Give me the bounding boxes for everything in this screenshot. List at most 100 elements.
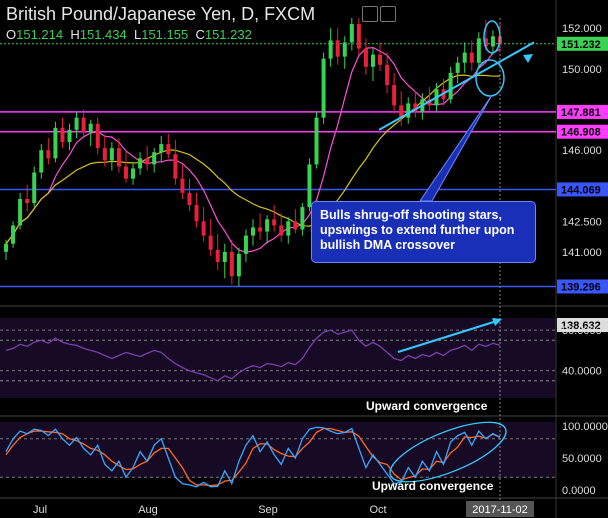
candle-body <box>251 227 255 236</box>
price-tag-label: 147.881 <box>561 107 601 119</box>
candle-body <box>363 48 368 67</box>
candle-body <box>95 123 100 149</box>
ohlc-close: 151.232 <box>204 27 252 42</box>
price-tag-label: 146.908 <box>561 127 601 139</box>
time-axis-label: Sep <box>258 504 278 516</box>
candle-body <box>335 40 340 57</box>
candle-body <box>123 166 128 179</box>
candle-body <box>229 251 234 277</box>
time-axis-label: Aug <box>138 504 158 516</box>
candle-body <box>279 225 284 236</box>
ohlc-low: 151.155 <box>141 27 189 42</box>
candle-body <box>102 148 107 161</box>
candle-body <box>166 144 171 155</box>
cursor-date-label: 2017-11-02 <box>472 504 527 516</box>
candle-body <box>53 127 58 159</box>
ohlc-open-key: O <box>6 27 17 42</box>
candle-body <box>469 52 474 63</box>
candle-body <box>32 172 37 204</box>
candle-body <box>455 62 460 73</box>
candle-body <box>201 221 206 236</box>
price-axis-label: 150.000 <box>562 64 602 76</box>
candle-body <box>194 205 199 222</box>
candle-body <box>476 38 481 63</box>
time-axis-label: Oct <box>369 504 386 516</box>
ohlc-open: 151.214 <box>16 27 64 42</box>
candle-body <box>208 235 213 250</box>
symbol-title: British Pound/Japanese Yen, D, FXCM <box>6 4 316 24</box>
ohlc-high-key: H <box>70 27 80 42</box>
candle-body <box>109 148 114 161</box>
price-tag-label: 144.069 <box>561 184 601 196</box>
candle-body <box>265 219 270 232</box>
candle-body <box>215 249 220 263</box>
candle-body <box>4 243 8 252</box>
analysis-callout: Bulls shrug-off shooting stars, upswings… <box>311 201 536 263</box>
eye-icon[interactable] <box>362 6 378 22</box>
price-axis-label: 142.500 <box>562 216 602 228</box>
candle-body <box>490 36 495 47</box>
rsi-axis-label: 80.0000 <box>562 325 602 337</box>
stoch-axis-label: 100.0000 <box>562 421 608 433</box>
candle-body <box>349 24 354 43</box>
candle-body <box>180 178 185 193</box>
price-tag-label: 151.232 <box>561 39 601 51</box>
callout-pointer <box>419 94 493 202</box>
candle-body <box>60 127 65 143</box>
rsi-axis-label: 40.0000 <box>562 366 602 378</box>
candle-body <box>152 152 157 165</box>
candle-body <box>321 58 326 118</box>
chart-window: 152.000 150.000 146.000 142.500 141.000 151.2… <box>0 0 608 518</box>
candle-body <box>462 52 467 63</box>
candle-body <box>406 103 411 118</box>
candle-body <box>243 235 248 254</box>
time-axis-label: Jul <box>33 504 47 516</box>
trend-arrow-head <box>523 54 533 63</box>
candle-body <box>258 227 263 232</box>
ohlc-readout: O151.214 H151.434 L151.155 C151.232 <box>6 27 252 42</box>
candle-body <box>392 85 397 106</box>
candle-body <box>39 150 44 173</box>
candle-body <box>138 158 143 169</box>
settings-icon[interactable] <box>380 6 396 22</box>
candle-body <box>448 72 453 100</box>
candle-body <box>131 168 136 179</box>
price-axis-label: 152.000 <box>562 23 602 35</box>
stoch-caption: Upward convergence <box>372 479 494 493</box>
candle-body <box>307 164 312 208</box>
trend-line <box>378 41 535 131</box>
candle-body <box>74 117 79 130</box>
candle-body <box>328 40 333 59</box>
candle-body <box>300 207 305 230</box>
candle-body <box>46 150 51 159</box>
candle-body <box>286 221 291 236</box>
candle-body <box>116 148 121 167</box>
candle-body <box>293 221 298 230</box>
candle-body <box>18 198 23 226</box>
candle-body <box>159 144 164 153</box>
candle-body <box>81 117 86 132</box>
candle-body <box>378 54 383 65</box>
candle-body <box>67 129 72 143</box>
candle-body <box>11 225 16 244</box>
price-axis-label: 141.000 <box>562 247 602 259</box>
candle-body <box>145 158 150 165</box>
stoch-pane-bg <box>0 422 556 478</box>
stoch-axis-label: 50.0000 <box>562 453 602 465</box>
stoch-axis-label: 0.0000 <box>562 485 596 497</box>
candle-body <box>272 219 277 226</box>
candle-body <box>342 42 347 57</box>
candle-body <box>385 64 390 86</box>
candle-body <box>370 54 375 67</box>
candle-body <box>88 123 93 132</box>
candle-body <box>222 251 227 263</box>
candle-body <box>236 253 241 277</box>
candle-body <box>25 198 30 204</box>
ohlc-high: 151.434 <box>79 27 127 42</box>
candle-body <box>314 117 319 165</box>
price-axis-label: 146.000 <box>562 145 602 157</box>
ohlc-close-key: C <box>195 27 205 42</box>
price-tag-label: 139.296 <box>561 281 601 293</box>
candle-body <box>173 154 178 179</box>
rsi-caption: Upward convergence <box>366 399 488 413</box>
